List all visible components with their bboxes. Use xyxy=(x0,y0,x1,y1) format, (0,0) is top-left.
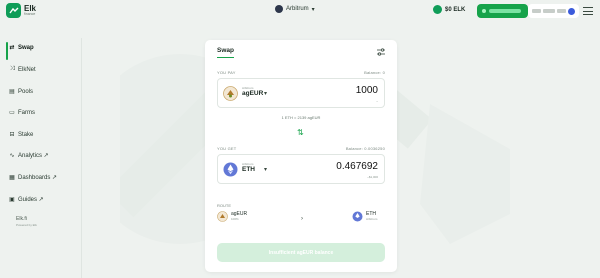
route-from-token: agEUR 100% xyxy=(217,211,247,222)
insufficient-balance-button[interactable]: Insufficient agEUR balance xyxy=(217,243,385,262)
pay-token-symbol: agEUR xyxy=(242,90,264,97)
sidebar-footer[interactable]: Elk.fi Powered by Elk xyxy=(16,216,37,227)
sidebar-item-dashboards[interactable]: ▦ Dashboards ↗ xyxy=(9,174,57,181)
exchange-rate: 1 ETH = 2139 agEUR xyxy=(281,115,321,120)
footer-tagline: Powered by Elk xyxy=(16,223,37,227)
ageur-token-icon xyxy=(217,211,228,222)
pay-amount-input[interactable]: 1000 xyxy=(356,85,378,96)
wallet-status-icon xyxy=(482,9,486,13)
sidebar-item-pools[interactable]: ▤ Pools xyxy=(9,88,34,96)
get-amount-usd: ~$1,000 xyxy=(367,175,378,179)
sidebar-item-label: Stake xyxy=(18,131,34,138)
settings-sliders-icon[interactable] xyxy=(376,47,386,57)
swap-tab[interactable]: Swap xyxy=(217,47,234,58)
top-bar: Elk finance Arbitrum ▾ $0 ELK xyxy=(0,0,600,24)
sidebar-item-guides[interactable]: ▣ Guides ↗ xyxy=(9,196,44,203)
elknet-icon: ⤨ xyxy=(9,66,15,72)
chevron-down-icon[interactable]: ▾ xyxy=(264,166,267,173)
pay-token-selector[interactable]: Arbitrum agEUR xyxy=(242,86,263,97)
account-button[interactable] xyxy=(528,4,579,18)
elk-token-icon xyxy=(433,5,442,14)
elk-price[interactable]: $0 ELK xyxy=(433,5,465,14)
elk-logo[interactable]: Elk finance xyxy=(6,3,36,18)
sidebar-item-label: Dashboards ↗ xyxy=(18,175,58,181)
chevron-down-icon[interactable]: ▾ xyxy=(264,90,267,97)
farms-icon: ▭ xyxy=(9,110,15,116)
network-name: Arbitrum xyxy=(286,6,309,12)
pay-token-panel: Arbitrum agEUR ▾ 1000 ~ xyxy=(217,78,385,108)
sidebar-item-label: Farms xyxy=(18,109,35,116)
elk-price-value: $0 ELK xyxy=(445,6,466,13)
sidebar-item-elknet[interactable]: ⤨ ElkNet xyxy=(9,66,36,73)
swap-direction-icon[interactable]: ⇅ xyxy=(297,128,304,137)
eth-token-icon xyxy=(352,211,363,222)
get-amount-output: 0.467692 xyxy=(336,161,378,172)
wallet-address-redacted xyxy=(489,9,521,13)
swap-icon: ⇄ xyxy=(9,45,15,51)
stake-icon: ⊟ xyxy=(9,132,15,138)
get-token-selector[interactable]: Arbitrum ETH xyxy=(242,162,255,173)
eth-token-icon xyxy=(223,162,238,177)
redacted-block xyxy=(543,9,555,13)
sidebar-item-label: ElkNet xyxy=(18,66,36,73)
sidebar-item-label: Pools xyxy=(18,88,34,95)
arbitrum-icon xyxy=(275,5,283,13)
pay-balance: Balance: 0 xyxy=(364,70,385,75)
swap-card: Swap YOU PAY Balance: 0 Arbitrum agEUR ▾… xyxy=(205,40,397,272)
get-balance: Balance: 0.0036250 xyxy=(345,146,385,151)
route-label: ROUTE xyxy=(217,203,231,208)
route-from-share: 100% xyxy=(231,216,239,221)
sidebar-item-label: Swap xyxy=(18,44,34,51)
route-to-chain: Arbitrum xyxy=(366,216,378,221)
ageur-token-icon xyxy=(223,86,238,101)
route-to-token: ETH Arbitrum xyxy=(352,211,377,222)
sidebar-item-farms[interactable]: ▭ Farms xyxy=(9,109,35,117)
chevron-right-icon: › xyxy=(301,216,303,222)
dashboards-icon: ▦ xyxy=(9,175,15,181)
elk-logo-icon xyxy=(6,3,21,18)
avatar xyxy=(568,7,575,15)
sidebar-item-label: Guides ↗ xyxy=(18,197,44,203)
menu-icon[interactable] xyxy=(583,7,593,15)
you-get-label: YOU GET xyxy=(217,146,237,151)
logo-subtitle: finance xyxy=(24,11,36,16)
active-indicator xyxy=(6,42,8,60)
get-token-panel: Arbitrum ETH ▾ 0.467692 ~$1,000 xyxy=(217,154,385,184)
sidebar-item-stake[interactable]: ⊟ Stake xyxy=(9,131,34,139)
footer-brand: Elk.fi xyxy=(16,216,27,222)
chevron-down-icon: ▾ xyxy=(311,6,315,13)
sidebar-item-swap[interactable]: ⇄ Swap xyxy=(9,44,34,52)
redacted-block xyxy=(557,9,566,13)
get-token-symbol: ETH xyxy=(242,166,255,173)
sidebar-item-label: Analytics ↗ xyxy=(18,153,49,159)
you-pay-label: YOU PAY xyxy=(217,70,236,75)
sidebar-item-analytics[interactable]: ∿ Analytics ↗ xyxy=(9,152,49,159)
network-selector[interactable]: Arbitrum ▾ xyxy=(275,5,315,13)
wallet-button[interactable] xyxy=(477,4,528,18)
pools-icon: ▤ xyxy=(9,89,15,95)
guides-icon: ▣ xyxy=(9,197,15,203)
analytics-icon: ∿ xyxy=(9,153,15,159)
pay-amount-usd: ~ xyxy=(376,99,378,103)
redacted-block xyxy=(532,9,541,13)
